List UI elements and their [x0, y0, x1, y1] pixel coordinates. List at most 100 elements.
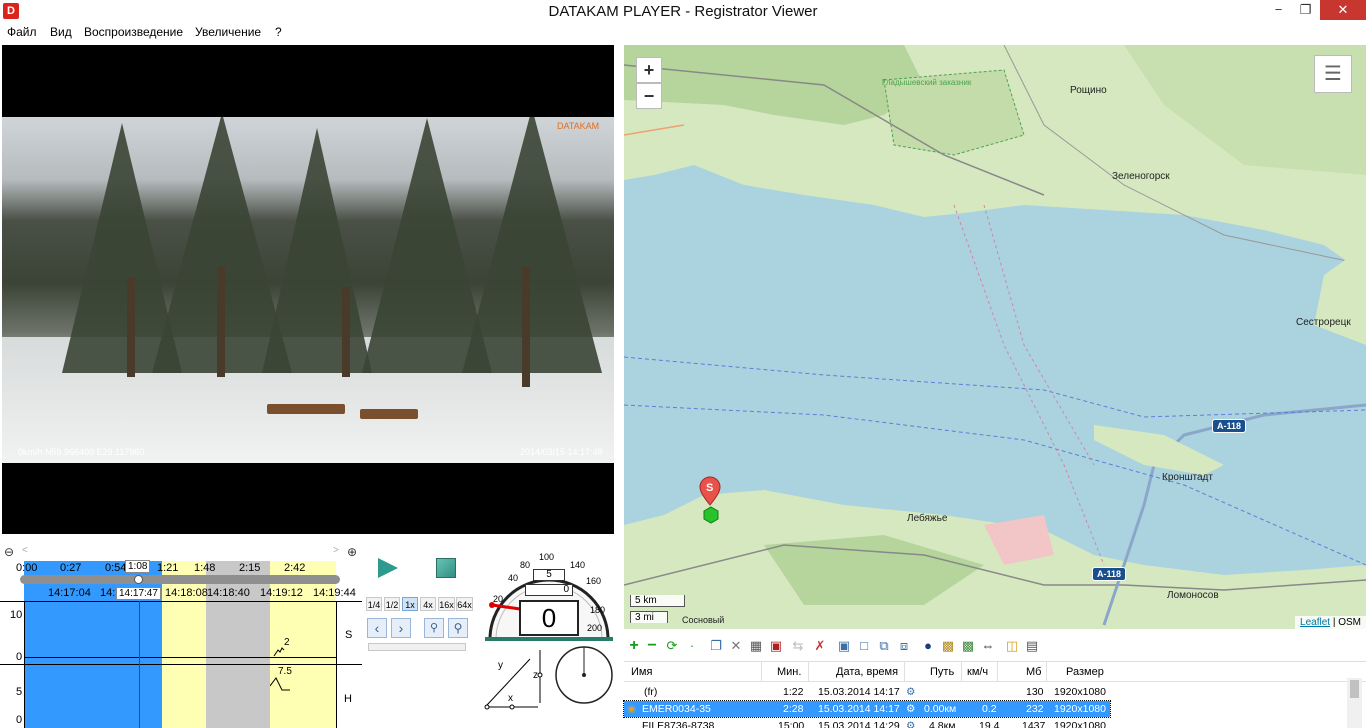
speedometer-top-readout: 5 — [533, 569, 565, 581]
column-path[interactable]: Путь — [930, 666, 954, 678]
accelerometer-x-label: x — [508, 693, 513, 704]
map-scale-km: 5 km — [630, 595, 685, 607]
speed-64x-button[interactable]: 64x — [456, 597, 473, 611]
file-minutes: 15:00 — [778, 720, 805, 728]
menu-view[interactable]: Вид — [50, 25, 72, 39]
compass-icon — [555, 646, 613, 704]
file-datetime: 15.03.2014 14:17 — [818, 686, 900, 698]
next-frame-button[interactable]: › — [391, 618, 411, 638]
timeline-tick: 2:15 — [239, 562, 261, 574]
graph-cursor-line — [139, 601, 140, 728]
speed-1x-button[interactable]: 1x — [402, 597, 418, 611]
fullscreen-icon[interactable]: □ — [856, 638, 872, 654]
fit-width-icon[interactable]: ⇔ — [980, 638, 996, 654]
export-icon[interactable]: ⇆ — [790, 638, 806, 654]
video-scene-trunk — [217, 267, 225, 377]
video-osd-coordinates: 0km/h N59.966400 E29.117960 — [18, 447, 145, 457]
previous-frame-button[interactable]: ‹ — [367, 618, 387, 638]
speed-quarter-button[interactable]: 1/4 — [366, 597, 382, 611]
play-button[interactable] — [378, 558, 398, 578]
graph-top-line — [0, 601, 362, 602]
graph-s-axis-label: 10 — [10, 609, 23, 621]
zoom-in-icon[interactable]: ⊕ — [347, 545, 357, 559]
timeline-time: 14:18:40 — [207, 587, 250, 599]
zoom-out-view-icon[interactable]: ⚲ — [424, 618, 444, 638]
column-separator — [808, 662, 809, 682]
maximize-button[interactable]: ❐ — [1292, 0, 1319, 20]
file-minutes: 1:22 — [783, 686, 804, 698]
add-file-icon[interactable]: + — [626, 638, 642, 654]
leaflet-link[interactable]: Leaflet — [1300, 617, 1330, 628]
emergency-icon: ◉ — [627, 703, 637, 715]
scroll-right-icon[interactable]: > — [333, 545, 339, 556]
document-icon[interactable]: ▤ — [1024, 638, 1040, 654]
dot-icon[interactable]: · — [684, 638, 700, 654]
close-button[interactable]: ✕ — [1320, 0, 1366, 20]
column-mb[interactable]: Мб — [1026, 666, 1041, 678]
file-list-row[interactable]: (fr) 1:22 15.03.2014 14:17 ⚙ 130 1920x10… — [624, 684, 1344, 700]
refresh-icon[interactable]: ⟳ — [664, 638, 680, 654]
stop-button[interactable] — [436, 558, 456, 578]
file-list: Имя Мин. Дата, время Путь км/ч Мб Размер… — [623, 661, 1366, 728]
file-list-scrollbar-thumb[interactable] — [1350, 680, 1359, 698]
copy-icon[interactable]: ❐ — [708, 638, 724, 654]
map-icon[interactable]: ▩ — [940, 638, 956, 654]
zoom-out-icon[interactable]: ⊖ — [4, 545, 14, 559]
file-list-row-selected[interactable]: ◉ EMER0034-35 2:28 15.03.2014 14:17 ⚙ 0.… — [623, 700, 1111, 718]
clear-icon[interactable]: ✗ — [812, 638, 828, 654]
column-datetime[interactable]: Дата, время — [836, 666, 898, 678]
position-slider[interactable] — [20, 575, 340, 584]
speedometer-tick: 200 — [587, 623, 603, 633]
video-scene-bench — [360, 409, 418, 419]
map-marker-label[interactable]: S — [706, 482, 713, 494]
photo-icon[interactable]: ▩ — [960, 638, 976, 654]
cascade-icon[interactable]: ⧈ — [896, 638, 912, 654]
globe-icon[interactable]: ● — [920, 638, 936, 654]
column-separator — [961, 662, 962, 682]
minimize-button[interactable]: − — [1265, 0, 1292, 20]
menu-playback[interactable]: Воспроизведение — [84, 25, 183, 39]
column-separator — [997, 662, 998, 682]
accelerometer-y-label: y — [498, 660, 503, 671]
map-panel[interactable]: + − ☰ Рощино Зеленогорск Сестрорецк Крон… — [624, 45, 1366, 629]
speed-4x-button[interactable]: 4x — [420, 597, 436, 611]
snapshot-icon[interactable]: ▣ — [768, 638, 784, 654]
position-slider-knob[interactable] — [134, 575, 143, 584]
menu-help[interactable]: ? — [275, 25, 282, 39]
map-zoom-in-button[interactable]: + — [636, 57, 662, 83]
file-minutes: 2:28 — [783, 703, 804, 715]
column-speed[interactable]: км/ч — [967, 666, 988, 678]
file-list-row[interactable]: FILE8736-8738 15:00 15.03.2014 14:29 ⚙ 4… — [624, 718, 1344, 728]
column-minutes[interactable]: Мин. — [777, 666, 801, 678]
speed-16x-button[interactable]: 16x — [438, 597, 455, 611]
volume-slider[interactable] — [368, 643, 466, 651]
file-speed: 19.4 — [979, 720, 1000, 728]
speedometer-tick: 140 — [570, 560, 586, 570]
remove-file-icon[interactable]: − — [644, 638, 660, 654]
delete-icon[interactable]: ✕ — [728, 638, 744, 654]
column-name[interactable]: Имя — [631, 666, 652, 678]
scroll-left-icon[interactable]: < — [22, 545, 28, 556]
map-zoom-out-button[interactable]: − — [636, 83, 662, 109]
map-canvas[interactable] — [624, 45, 1366, 629]
save-icon[interactable]: ▦ — [748, 638, 764, 654]
timeline-tick: 0:00 — [16, 562, 38, 574]
video-panel[interactable]: DATAKAM 0km/h N59.966400 E29.117960 2014… — [2, 45, 614, 534]
add-window-icon[interactable]: ▣ — [836, 638, 852, 654]
zoom-in-view-icon[interactable]: ⚲ — [448, 618, 468, 638]
video-frame[interactable]: DATAKAM 0km/h N59.966400 E29.117960 2014… — [2, 117, 614, 463]
open-folder-icon[interactable]: ◫ — [1004, 638, 1020, 654]
speed-half-button[interactable]: 1/2 — [384, 597, 400, 611]
menu-zoom[interactable]: Увеличение — [195, 25, 261, 39]
file-toolbar: + − ⟳ · ❐ ✕ ▦ ▣ ⇆ ✗ ▣ □ ⧉ ⧈ ● ▩ ▩ ⇔ ◫ ▤ — [624, 636, 1366, 658]
menu-file[interactable]: Файл — [7, 25, 37, 39]
speedometer-value: 0 — [519, 600, 579, 636]
file-path: 4.8км — [929, 720, 956, 728]
video-osd-timestamp: 2014/03/15 14:17:48 — [520, 447, 603, 457]
column-size[interactable]: Размер — [1066, 666, 1104, 678]
tile-icon[interactable]: ⧉ — [876, 638, 892, 654]
map-layers-icon[interactable]: ☰ — [1314, 55, 1352, 93]
video-scene-tree — [462, 117, 602, 373]
speedometer-tick: 40 — [508, 573, 519, 583]
timeline-time: 14:19:44 — [313, 587, 356, 599]
